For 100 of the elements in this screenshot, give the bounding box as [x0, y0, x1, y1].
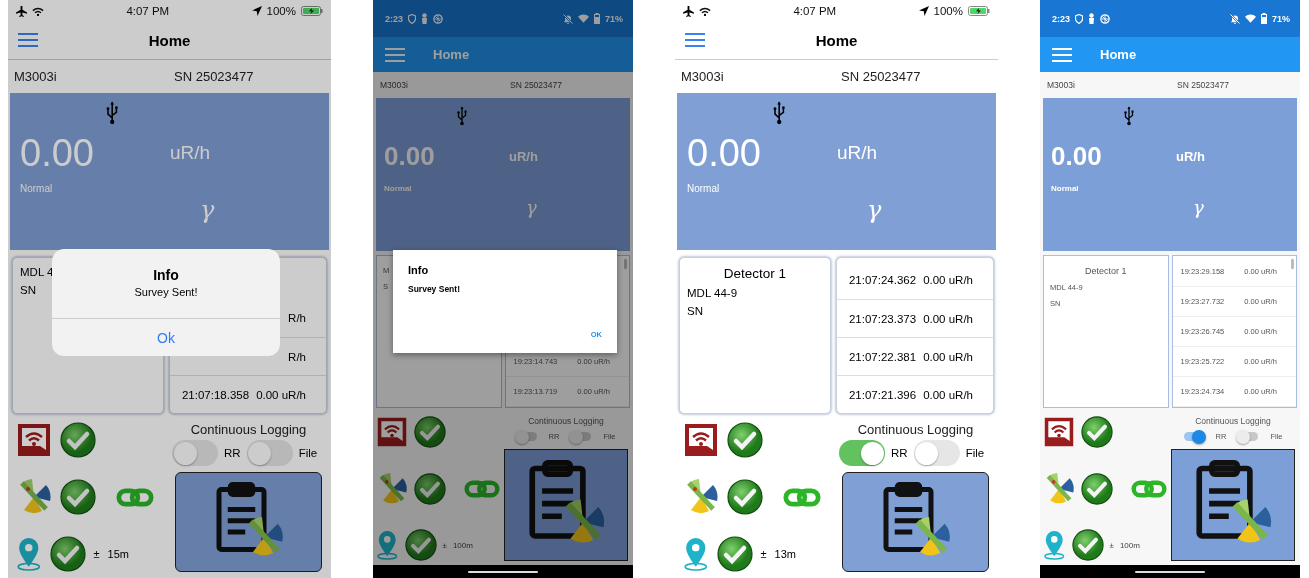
page-title: Home [1100, 47, 1137, 62]
shield-icon [408, 13, 416, 24]
logging-label: Continuous Logging [528, 416, 604, 426]
link-icon [116, 487, 154, 507]
dose-rate-value: 0.00 [20, 131, 95, 175]
wifi-badge-icon [16, 422, 52, 458]
person-icon [421, 13, 428, 24]
home-indicator[interactable] [468, 570, 538, 573]
accuracy-sign: ± [1109, 540, 1114, 550]
logging-label: Continuous Logging [190, 422, 307, 437]
gps-accuracy: 15m [107, 548, 129, 560]
dialog-title: Info [153, 267, 179, 283]
serial-number: SN 25023477 [841, 69, 922, 84]
check-circle-icon [716, 536, 753, 572]
check-circle-icon [404, 529, 437, 561]
toggle-switch[interactable] [172, 440, 218, 466]
dose-rate-value: 0.00 [687, 131, 762, 175]
location-arrow-icon [251, 6, 262, 16]
airplane-icon [683, 5, 694, 17]
check-circle-icon [60, 422, 96, 458]
dose-rate-unit: uR/h [509, 148, 538, 164]
dose-rate-unit: uR/h [837, 142, 878, 164]
page-title: Home [148, 32, 191, 49]
accuracy-sign: ± [93, 548, 100, 560]
dose-rate-unit: uR/h [1176, 148, 1205, 164]
status-time: 4:07 PM [793, 5, 837, 17]
toggle-label: File [965, 447, 985, 459]
alarm-status: Normal [1051, 184, 1079, 193]
menu-icon[interactable] [1052, 47, 1072, 62]
serial-number: SN 25023477 [510, 80, 563, 90]
wifi-badge-icon [683, 422, 719, 458]
dialog-title: Info [408, 264, 430, 276]
toggle-switch[interactable] [913, 440, 960, 466]
toggle-switch[interactable] [1238, 432, 1259, 441]
ok-button[interactable]: Ok [52, 318, 280, 356]
menu-icon[interactable] [18, 33, 38, 47]
link-icon [464, 479, 500, 498]
battery-percent: 100% [266, 5, 296, 17]
location-pin-icon [16, 537, 42, 571]
battery-icon [968, 6, 990, 16]
logging-label: Continuous Logging [857, 422, 974, 437]
detector-title: Detector 1 [722, 266, 788, 281]
check-circle-icon [414, 416, 446, 448]
check-circle-icon [727, 422, 763, 458]
toggle-label: RR [224, 447, 241, 459]
detector-title: Detector 1 [1084, 266, 1128, 276]
check-circle-icon [727, 479, 763, 515]
location-pin-icon [376, 530, 399, 560]
logging-label: Continuous Logging [1195, 416, 1271, 426]
location-arrow-icon [918, 6, 929, 16]
battery-icon [301, 6, 323, 16]
page-title: Home [815, 32, 858, 49]
menu-icon[interactable] [385, 47, 405, 62]
toggle-switch[interactable] [516, 432, 537, 441]
gps-accuracy: 100m [1119, 540, 1140, 550]
gps-accuracy: 100m [452, 540, 473, 550]
muted-bell-icon [1230, 13, 1240, 24]
toggle-switch[interactable] [246, 440, 293, 466]
radiation-type: γ [867, 196, 882, 224]
radiation-type: γ [1193, 197, 1204, 218]
dialog-message: Survey Sent! [408, 284, 461, 294]
toggle-switch[interactable] [571, 432, 592, 441]
menu-icon[interactable] [685, 33, 705, 47]
device-model: M3003i [681, 69, 725, 84]
wifi-icon [1245, 14, 1256, 23]
gps-accuracy: 13m [774, 548, 796, 560]
radiation-type: γ [526, 197, 537, 218]
link-icon [1131, 479, 1167, 498]
dose-rate-value: 0.00 [384, 140, 436, 172]
toggle-switch[interactable] [839, 440, 885, 466]
survey-button[interactable] [504, 449, 628, 561]
survey-button[interactable] [842, 472, 989, 572]
log-time: 21:07:21.396 [848, 388, 917, 401]
log-reading: 0.00 uR/h [256, 388, 306, 401]
shield-icon [1075, 13, 1083, 24]
device-model: M3003i [380, 80, 409, 90]
log-reading: 0.00 uR/h [923, 350, 973, 363]
survey-button[interactable] [175, 472, 322, 572]
globe-icon [1100, 13, 1110, 24]
toggle-label: File [298, 447, 318, 459]
log-time: 21:07:18.358 [181, 388, 250, 401]
log-reading: R/h [288, 350, 306, 363]
location-pin-icon [1043, 530, 1066, 560]
check-circle-icon [49, 536, 86, 572]
log-time: 21:07:22.381 [848, 350, 917, 363]
dose-rate-unit: uR/h [170, 142, 211, 164]
log-time: 21:07:23.373 [848, 312, 917, 325]
home-indicator[interactable] [1135, 570, 1205, 573]
detector-serial: SN [687, 305, 703, 317]
person-icon [1088, 13, 1095, 24]
status-time: 2:23 [385, 13, 403, 24]
accuracy-sign: ± [760, 548, 767, 560]
battery-percent: 71% [605, 13, 623, 24]
check-circle-icon [1081, 472, 1113, 505]
wifi-icon [578, 14, 589, 23]
survey-button[interactable] [1171, 449, 1295, 561]
log-reading: 0.00 uR/h [923, 312, 973, 325]
toggle-switch[interactable] [1183, 432, 1204, 441]
location-pin-icon [683, 537, 709, 571]
log-time: 21:07:24.362 [848, 274, 917, 286]
